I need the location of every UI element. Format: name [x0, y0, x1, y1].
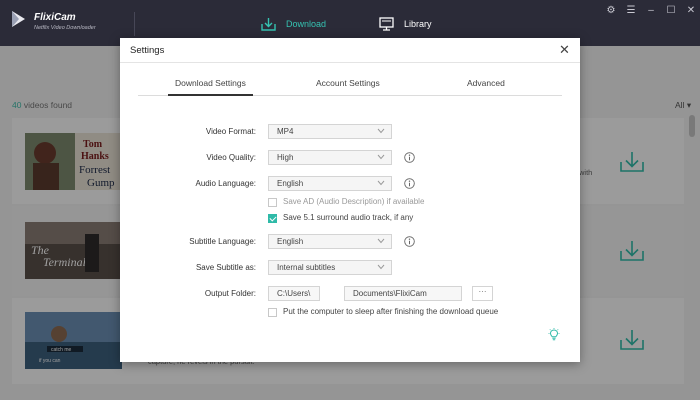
chevron-down-icon — [377, 264, 385, 270]
info-icon[interactable] — [404, 152, 415, 163]
gear-icon[interactable]: ⚙ — [604, 5, 618, 17]
browse-folder-button[interactable]: ··· — [472, 286, 493, 301]
subtitle-language-label: Subtitle Language: — [189, 237, 256, 246]
chevron-down-icon — [377, 128, 385, 134]
nav-library-label: Library — [404, 19, 432, 29]
nav-download[interactable]: Download — [261, 17, 326, 31]
title-divider — [134, 12, 135, 36]
subtitle-language-select[interactable]: English — [268, 234, 392, 249]
output-folder-path-start[interactable]: C:\Users\ — [268, 286, 320, 301]
settings-tabs: Download Settings Account Settings Advan… — [138, 78, 562, 96]
output-folder-label: Output Folder: — [204, 289, 256, 298]
sleep-label: Put the computer to sleep after finishin… — [283, 307, 499, 316]
app-subtitle: Netflix Video Downloader — [34, 25, 96, 31]
logo-icon — [12, 11, 25, 27]
info-icon[interactable] — [404, 178, 415, 189]
nav-download-label: Download — [286, 19, 327, 29]
maximize-icon[interactable]: ☐ — [664, 5, 678, 17]
sleep-checkbox[interactable] — [268, 308, 277, 317]
app-name: FlixiCam — [34, 12, 76, 23]
subtitle-language-value: English — [277, 237, 304, 246]
info-icon[interactable] — [404, 236, 415, 247]
chevron-down-icon — [377, 238, 385, 244]
settings-dialog: Settings ✕ Download Settings Account Set… — [120, 38, 580, 362]
library-nav-icon — [379, 17, 394, 31]
video-format-value: MP4 — [277, 127, 294, 136]
video-format-label: Video Format: — [205, 127, 256, 136]
chevron-down-icon — [377, 180, 385, 186]
chevron-down-icon — [377, 154, 385, 160]
dialog-divider — [120, 62, 580, 63]
save-subtitle-value: Internal subtitles — [277, 263, 336, 272]
output-folder-path-end[interactable]: Documents\FlixiCam — [344, 286, 462, 301]
audio-language-select[interactable]: English — [268, 176, 392, 191]
window-controls: ⚙ ☰ – ☐ ✕ — [598, 5, 698, 17]
save-subtitle-select[interactable]: Internal subtitles — [268, 260, 392, 275]
save-51-label: Save 5.1 surround audio track, if any — [283, 213, 414, 222]
close-icon[interactable]: ✕ — [684, 5, 698, 17]
tab-download-settings[interactable]: Download Settings — [168, 78, 253, 96]
audio-language-value: English — [277, 179, 304, 188]
video-quality-value: High — [277, 153, 294, 162]
tab-advanced[interactable]: Advanced — [467, 78, 505, 88]
save-ad-checkbox[interactable] — [268, 198, 277, 207]
video-format-select[interactable]: MP4 — [268, 124, 392, 139]
tab-account-settings[interactable]: Account Settings — [316, 78, 380, 88]
save-51-checkbox[interactable] — [268, 214, 277, 223]
dialog-title: Settings — [130, 45, 165, 56]
lightbulb-icon[interactable] — [548, 328, 560, 341]
download-nav-icon — [261, 18, 276, 31]
save-subtitle-label: Save Subtitle as: — [195, 263, 256, 272]
video-quality-select[interactable]: High — [268, 150, 392, 165]
minimize-icon[interactable]: – — [644, 5, 658, 17]
menu-icon[interactable]: ☰ — [624, 5, 638, 17]
video-quality-label: Video Quality: — [206, 153, 256, 162]
nav-library[interactable]: Library — [379, 17, 432, 31]
save-ad-label: Save AD (Audio Description) if available — [283, 197, 425, 206]
dialog-close-button[interactable]: ✕ — [559, 43, 570, 56]
audio-language-label: Audio Language: — [195, 179, 257, 188]
